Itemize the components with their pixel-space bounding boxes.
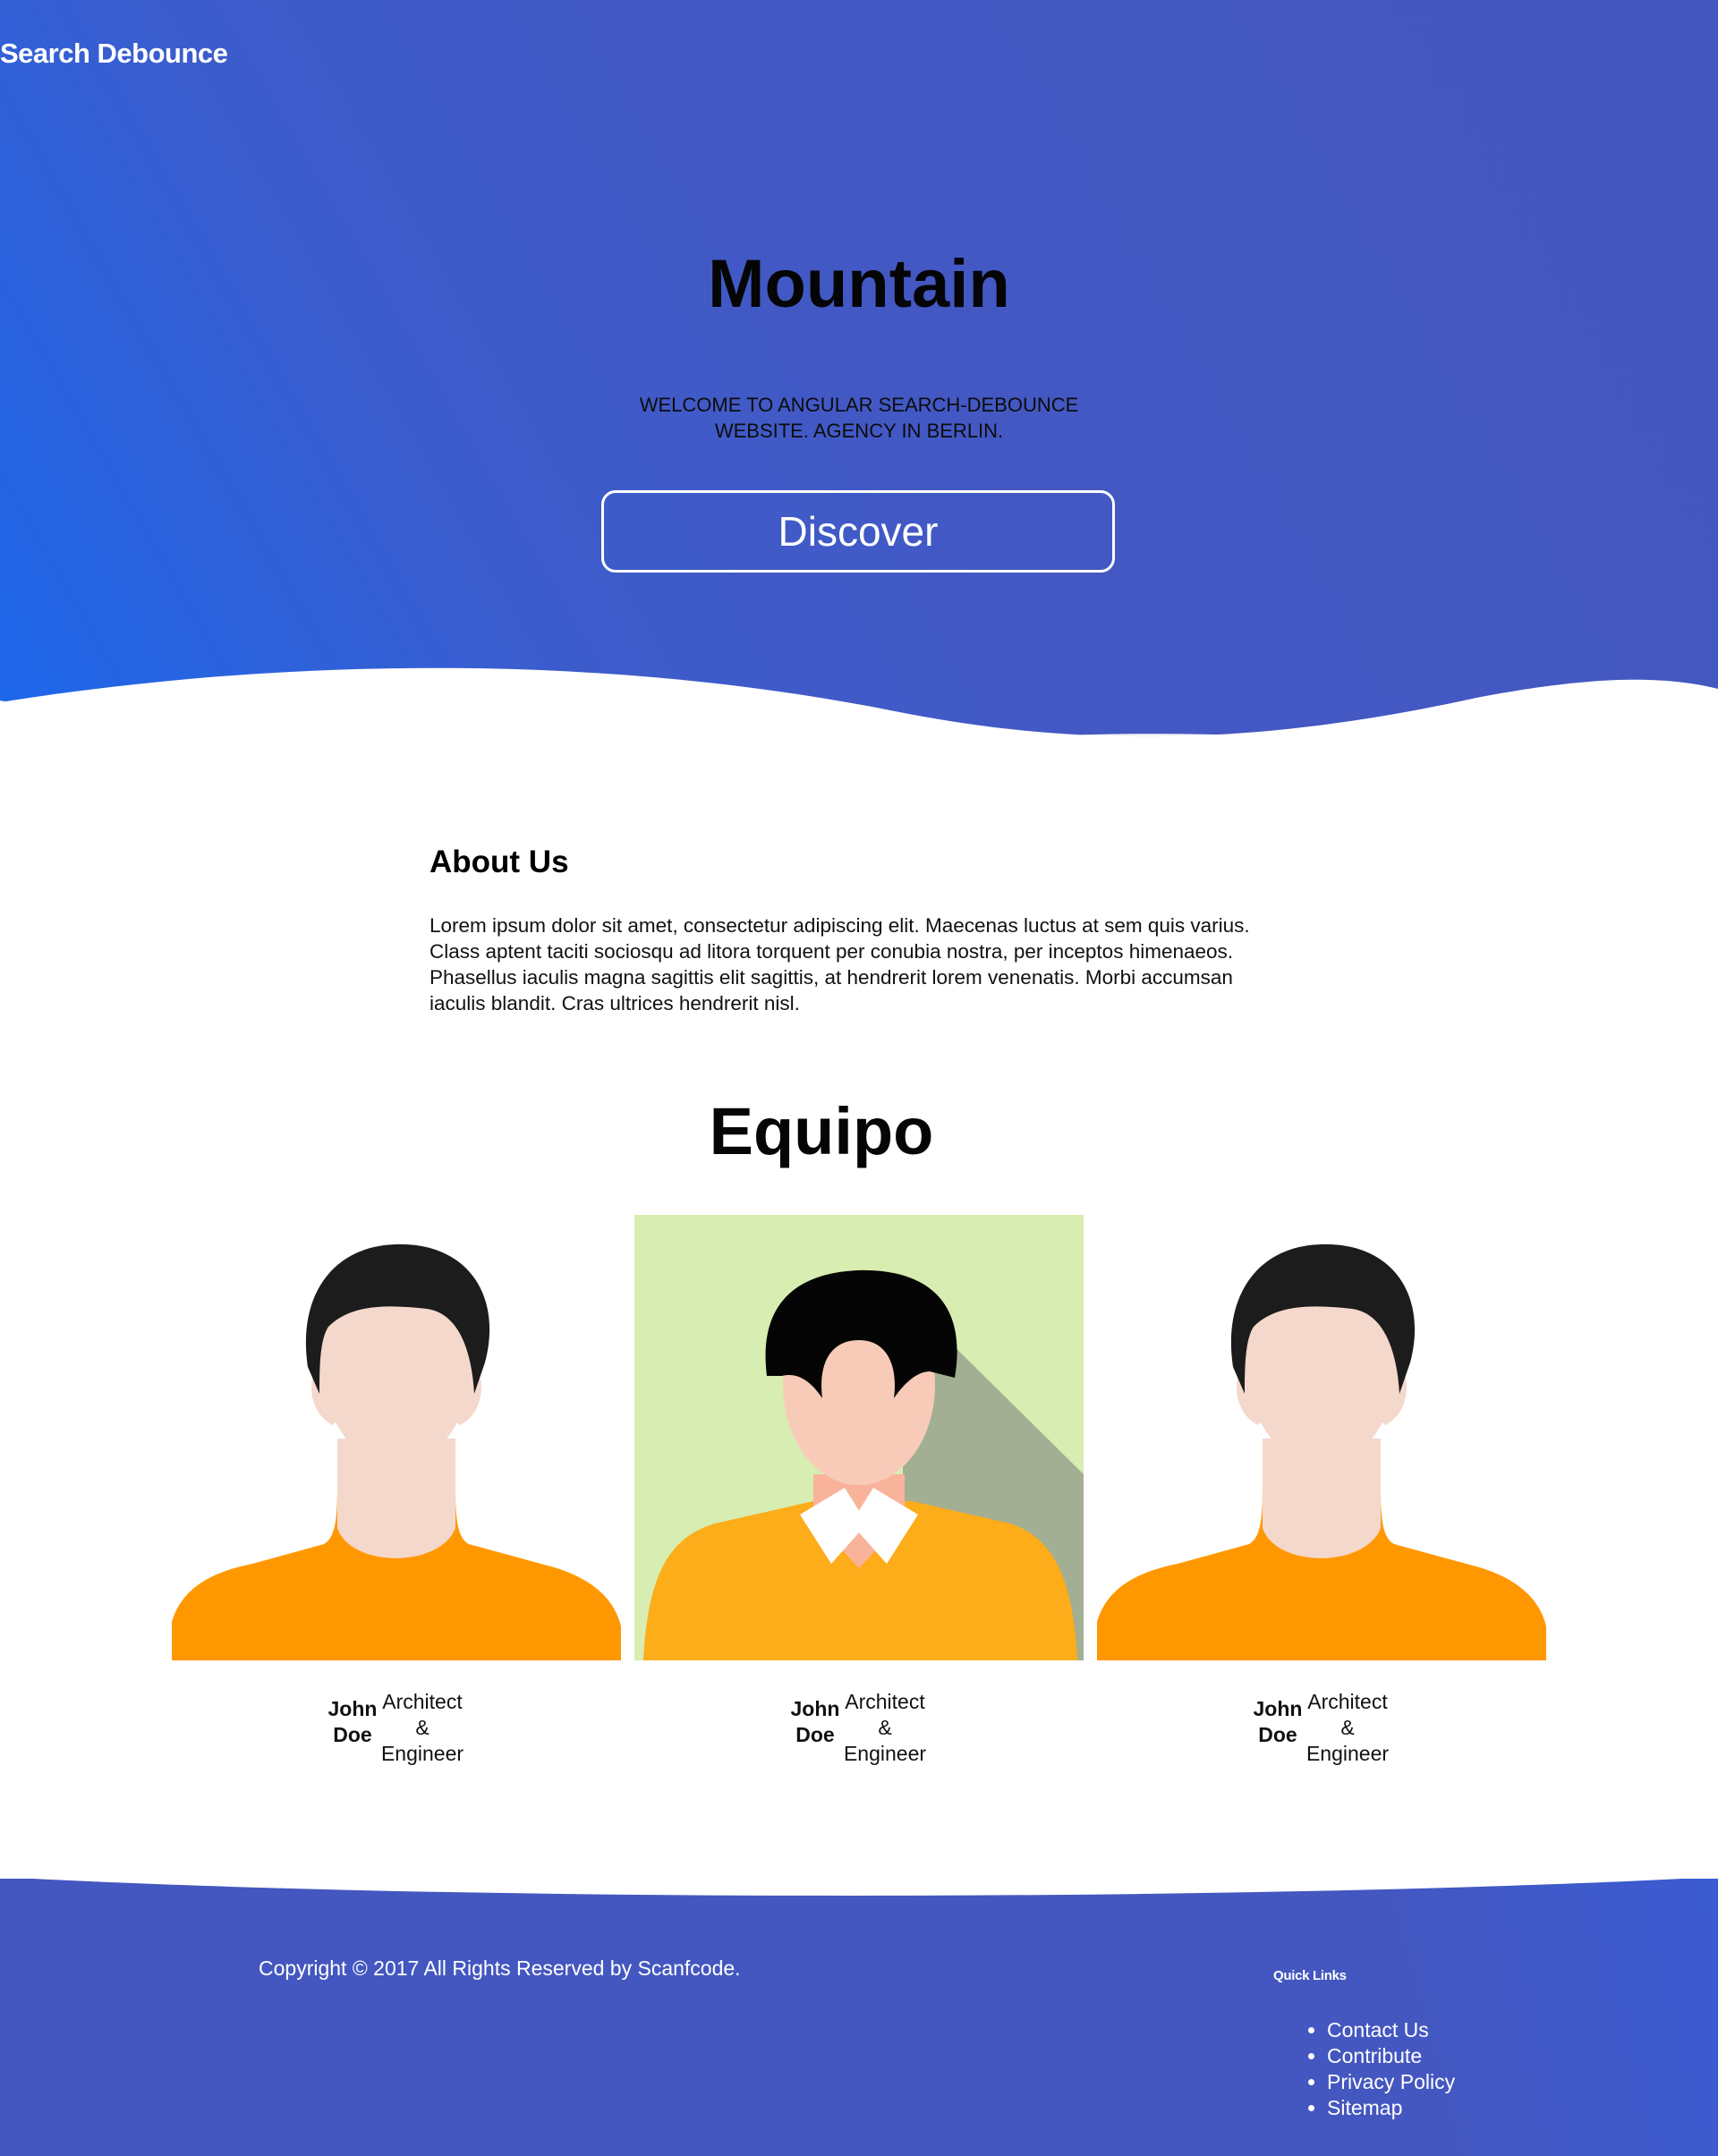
- team-member-card: John Doe Architect & Engineer: [634, 1215, 1084, 1765]
- footer-curve-divider: [0, 1877, 1718, 1896]
- quick-link-item: Sitemap: [1327, 2095, 1455, 2121]
- male-avatar-icon: [1097, 1215, 1546, 1660]
- member-role: Architect & Engineer: [380, 1690, 464, 1765]
- team-member-card: John Doe Architect & Engineer: [172, 1215, 621, 1765]
- about-title: About Us: [430, 845, 569, 879]
- member-caption: John Doe Architect & Engineer: [172, 1689, 621, 1767]
- quick-links-title: Quick Links: [1273, 1968, 1347, 1983]
- quick-link-item: Contribute: [1327, 2043, 1455, 2069]
- contact-us-link[interactable]: Contact Us: [1327, 2018, 1429, 2041]
- male-avatar-icon: [172, 1215, 621, 1660]
- team-title: Equipo: [709, 1094, 934, 1168]
- member-role: Architect & Engineer: [843, 1690, 927, 1765]
- footer: [0, 1879, 1718, 2156]
- quick-links-list: Contact Us Contribute Privacy Policy Sit…: [1306, 2017, 1455, 2121]
- member-name: John Doe: [327, 1697, 378, 1746]
- contribute-link[interactable]: Contribute: [1327, 2044, 1422, 2067]
- hero-wave-divider: [0, 667, 1718, 814]
- hero-title: Mountain: [708, 246, 1010, 322]
- member-role: Architect & Engineer: [1306, 1690, 1390, 1765]
- quick-link-item: Privacy Policy: [1327, 2069, 1455, 2095]
- discover-button[interactable]: Discover: [601, 490, 1115, 573]
- male-avatar-green-background-icon: [634, 1215, 1084, 1660]
- hero-subtitle: WELCOME TO ANGULAR SEARCH-DEBOUNCE WEBSI…: [639, 394, 1079, 442]
- privacy-policy-link[interactable]: Privacy Policy: [1327, 2070, 1455, 2093]
- about-text: Lorem ipsum dolor sit amet, consectetur …: [430, 912, 1271, 1016]
- member-caption: John Doe Architect & Engineer: [634, 1689, 1084, 1767]
- footer-copyright: Copyright © 2017 All Rights Reserved by …: [259, 1957, 741, 1980]
- about-paragraph: Class aptent taciti sociosqu ad litora t…: [430, 940, 1234, 1014]
- about-paragraph: Lorem ipsum dolor sit amet, consectetur …: [430, 914, 1250, 937]
- member-caption: John Doe Architect & Engineer: [1097, 1689, 1546, 1767]
- quick-link-item: Contact Us: [1327, 2017, 1455, 2043]
- member-name: John Doe: [790, 1697, 840, 1746]
- brand-logo-text[interactable]: Search Debounce: [0, 38, 228, 70]
- member-name: John Doe: [1253, 1697, 1303, 1746]
- team-member-card: John Doe Architect & Engineer: [1097, 1215, 1546, 1765]
- sitemap-link[interactable]: Sitemap: [1327, 2096, 1402, 2119]
